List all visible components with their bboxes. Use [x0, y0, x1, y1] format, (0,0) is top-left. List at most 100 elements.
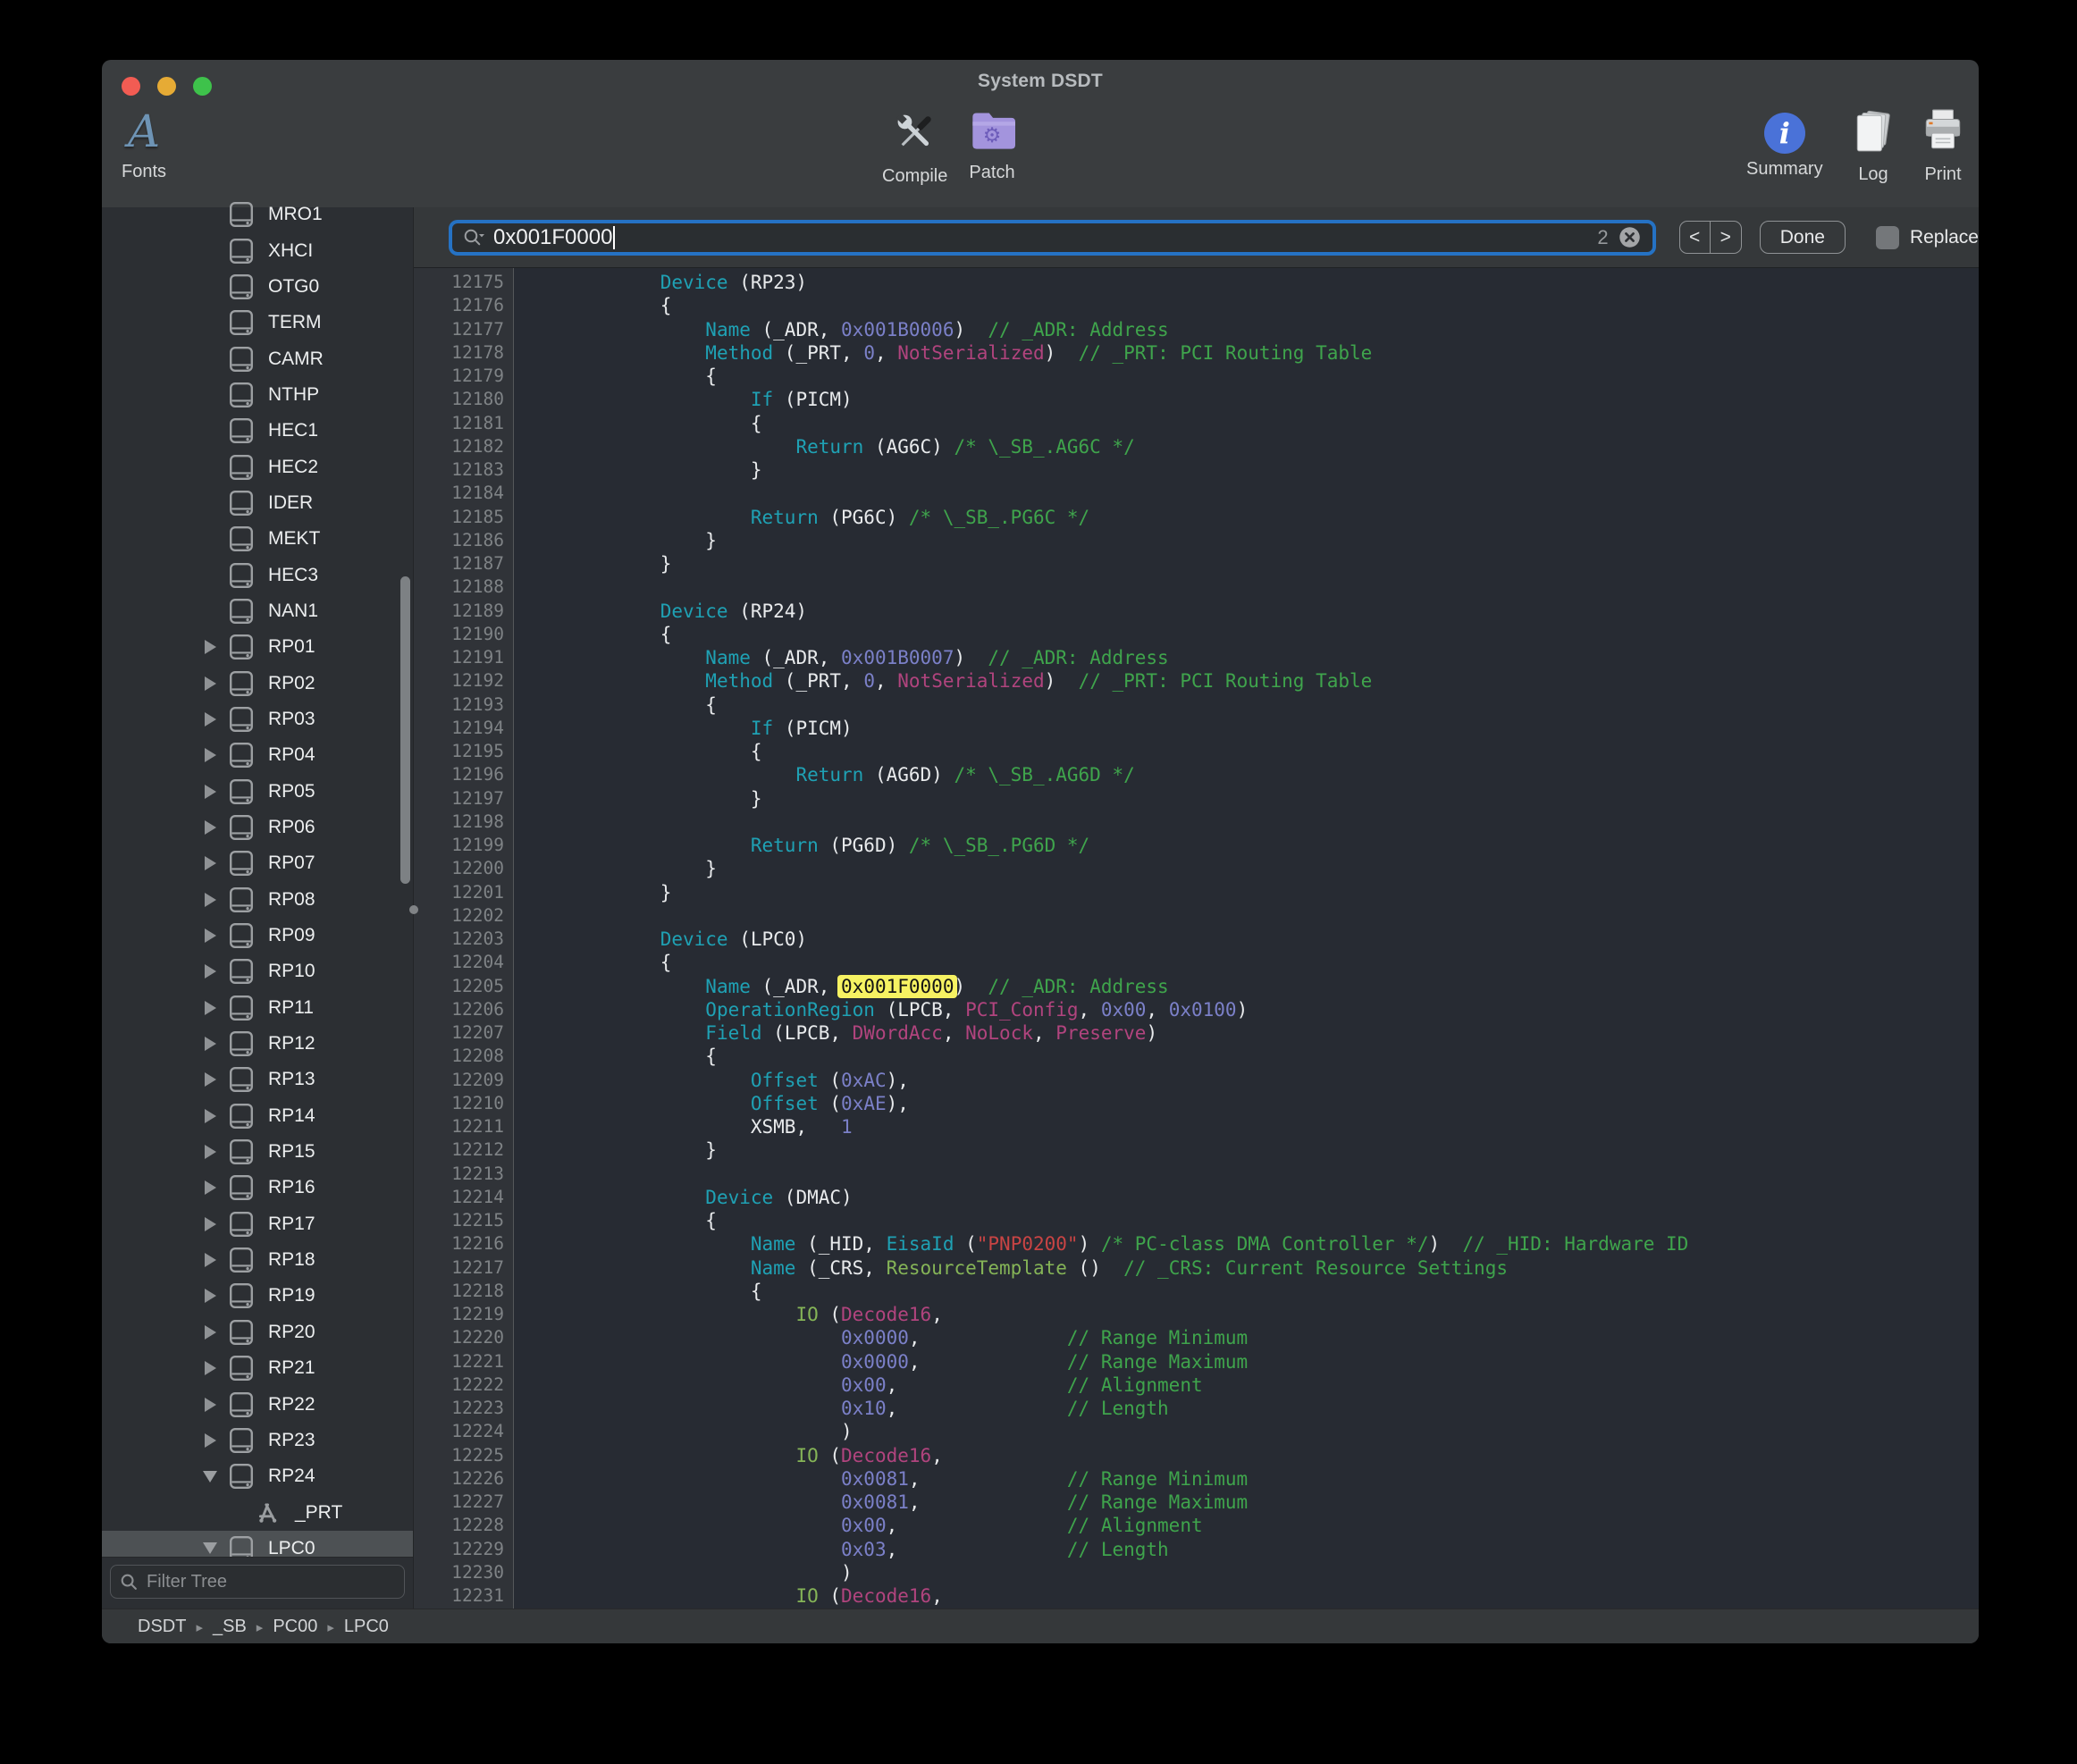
filter-tree-input[interactable]: Filter Tree	[110, 1565, 405, 1599]
sidebar-item-camr[interactable]: CAMR	[102, 340, 413, 376]
disclosure-right-icon[interactable]	[195, 748, 225, 762]
sidebar-item-rp12[interactable]: RP12	[102, 1026, 413, 1062]
sidebar-item-hec1[interactable]: HEC1	[102, 413, 413, 449]
disclosure-right-icon[interactable]	[195, 893, 225, 907]
disclosure-right-icon[interactable]	[195, 820, 225, 835]
line-number: 12192	[414, 669, 513, 693]
find-previous-button[interactable]: <	[1680, 222, 1711, 253]
breadcrumb-item-lpc0[interactable]: LPC0	[344, 1617, 389, 1636]
sidebar-item-rp17[interactable]: RP17	[102, 1206, 413, 1242]
sidebar-item-label: _PRT	[295, 1502, 342, 1524]
sidebar-item-rp10[interactable]: RP10	[102, 953, 413, 989]
disclosure-right-icon[interactable]	[195, 676, 225, 691]
disclosure-right-icon[interactable]	[195, 1253, 225, 1267]
device-icon	[225, 382, 257, 408]
done-button[interactable]: Done	[1760, 221, 1846, 254]
sidebar-item-rp19[interactable]: RP19	[102, 1278, 413, 1314]
log-button[interactable]: Log	[1852, 108, 1895, 185]
code-line: OperationRegion (LPCB, PCI_Config, 0x00,…	[525, 998, 1979, 1021]
sidebar-item-rp07[interactable]: RP07	[102, 845, 413, 881]
sidebar-item-lpc0[interactable]: LPC0	[102, 1531, 413, 1557]
disclosure-right-icon[interactable]	[195, 1325, 225, 1340]
breadcrumb-item-_sb[interactable]: _SB	[213, 1617, 247, 1636]
line-number: 12223	[414, 1397, 513, 1420]
sidebar-item-rp02[interactable]: RP02	[102, 665, 413, 701]
sidebar-item-rp14[interactable]: RP14	[102, 1098, 413, 1134]
search-input[interactable]: 0x001F0000 2	[449, 220, 1656, 256]
sidebar-item-rp06[interactable]: RP06	[102, 810, 413, 845]
sidebar-item-rp05[interactable]: RP05	[102, 774, 413, 810]
code-content[interactable]: Device (RP23) { Name (_ADR, 0x001B0006) …	[514, 268, 1979, 1609]
sidebar-item-rp08[interactable]: RP08	[102, 882, 413, 918]
line-number: 12199	[414, 834, 513, 857]
disclosure-right-icon[interactable]	[195, 1217, 225, 1231]
sidebar-item-otg0[interactable]: OTG0	[102, 269, 413, 305]
sidebar-item-rp03[interactable]: RP03	[102, 701, 413, 737]
find-nav-group: < >	[1679, 221, 1742, 254]
sidebar-item-rp13[interactable]: RP13	[102, 1062, 413, 1097]
disclosure-right-icon[interactable]	[195, 1361, 225, 1375]
disclosure-right-icon[interactable]	[195, 785, 225, 799]
disclosure-right-icon[interactable]	[195, 1398, 225, 1412]
disclosure-right-icon[interactable]	[195, 1001, 225, 1015]
disclosure-down-icon[interactable]	[195, 1471, 225, 1483]
disclosure-right-icon[interactable]	[195, 1072, 225, 1087]
disclosure-right-icon[interactable]	[195, 1037, 225, 1051]
patch-button[interactable]: ⚙ Patch	[969, 108, 1015, 183]
sidebar-item-hec2[interactable]: HEC2	[102, 449, 413, 484]
breadcrumb-item-dsdt[interactable]: DSDT	[138, 1617, 186, 1636]
sidebar-item-rp18[interactable]: RP18	[102, 1242, 413, 1278]
sidebar-item-mekt[interactable]: MEKT	[102, 521, 413, 557]
disclosure-right-icon[interactable]	[195, 964, 225, 979]
sidebar-item-rp01[interactable]: RP01	[102, 629, 413, 665]
sidebar-item-rp24[interactable]: RP24	[102, 1458, 413, 1494]
disclosure-right-icon[interactable]	[195, 712, 225, 727]
splitter-handle[interactable]	[409, 905, 418, 914]
line-number: 12184	[414, 482, 513, 505]
sidebar-item-xhci[interactable]: XHCI	[102, 232, 413, 268]
disclosure-right-icon[interactable]	[195, 1433, 225, 1448]
sidebar-item-_prt[interactable]: _PRT	[102, 1494, 413, 1530]
disclosure-right-icon[interactable]	[195, 1180, 225, 1195]
titlebar[interactable]: System DSDT	[102, 60, 1979, 99]
clear-search-icon[interactable]	[1618, 225, 1642, 249]
disclosure-right-icon[interactable]	[195, 1145, 225, 1159]
summary-button[interactable]: i Summary	[1746, 108, 1823, 180]
sidebar-item-hec3[interactable]: HEC3	[102, 557, 413, 592]
search-menu-icon[interactable]	[463, 227, 486, 248]
disclosure-right-icon[interactable]	[195, 928, 225, 943]
disclosure-right-icon[interactable]	[195, 1109, 225, 1123]
replace-checkbox[interactable]	[1876, 226, 1899, 249]
print-button[interactable]: Print	[1921, 108, 1964, 185]
code-line: {	[525, 623, 1979, 646]
line-number: 12198	[414, 811, 513, 834]
sidebar-scrollbar[interactable]	[400, 576, 410, 884]
sidebar-item-rp21[interactable]: RP21	[102, 1350, 413, 1386]
sidebar-item-rp20[interactable]: RP20	[102, 1315, 413, 1350]
sidebar-item-ider[interactable]: IDER	[102, 485, 413, 521]
sidebar-item-nan1[interactable]: NAN1	[102, 593, 413, 629]
sidebar-item-rp16[interactable]: RP16	[102, 1170, 413, 1205]
code-editor[interactable]: 1217512176121771217812179121801218112182…	[414, 268, 1979, 1609]
disclosure-right-icon[interactable]	[195, 1289, 225, 1303]
disclosure-right-icon[interactable]	[195, 640, 225, 654]
print-icon	[1921, 108, 1964, 159]
search-query-text: 0x001F0000	[493, 225, 612, 250]
disclosure-down-icon[interactable]	[195, 1542, 225, 1554]
breadcrumb-item-pc00[interactable]: PC00	[273, 1617, 317, 1636]
sidebar-item-rp22[interactable]: RP22	[102, 1386, 413, 1422]
match-count: 2	[1597, 226, 1617, 249]
compile-button[interactable]: Compile	[882, 108, 947, 187]
code-line: IO (Decode16,	[525, 1303, 1979, 1326]
sidebar-item-rp15[interactable]: RP15	[102, 1134, 413, 1170]
sidebar-item-rp23[interactable]: RP23	[102, 1423, 413, 1458]
fonts-button[interactable]: A Fonts	[122, 106, 166, 182]
sidebar-item-nthp[interactable]: NTHP	[102, 377, 413, 413]
sidebar-item-rp09[interactable]: RP09	[102, 918, 413, 953]
sidebar-item-rp11[interactable]: RP11	[102, 990, 413, 1026]
sidebar-item-term[interactable]: TERM	[102, 305, 413, 340]
disclosure-right-icon[interactable]	[195, 856, 225, 870]
sidebar-item-mro1[interactable]: MRO1	[102, 197, 413, 232]
sidebar-item-rp04[interactable]: RP04	[102, 737, 413, 773]
find-next-button[interactable]: >	[1711, 222, 1741, 253]
